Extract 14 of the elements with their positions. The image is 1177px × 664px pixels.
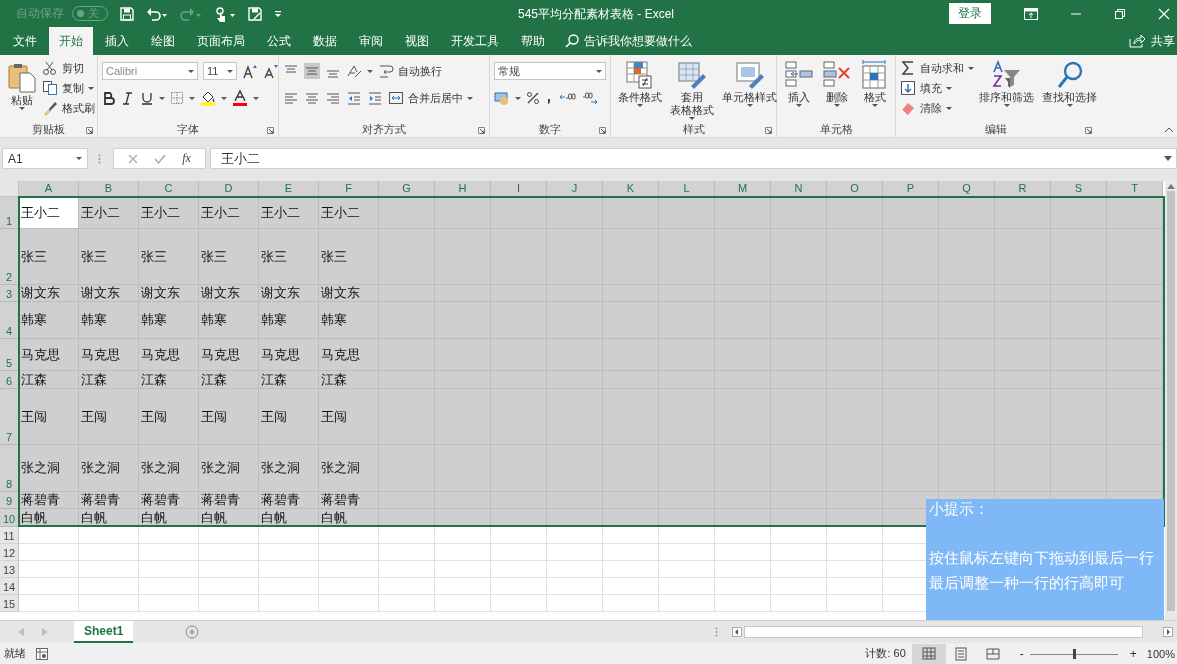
group-label: 单元格: [819, 121, 853, 137]
tip-text: 按住鼠标左键向下拖动到最后一行: [929, 549, 1154, 568]
group-label: 样式: [682, 121, 705, 137]
group-label: 数字: [539, 121, 561, 137]
group-label: 对齐方式: [362, 121, 406, 137]
status-text: 就绪: [4, 646, 26, 661]
autosave-label: 自动保存: [16, 5, 64, 22]
tip-title: 小提示：: [929, 500, 989, 519]
group-label: 剪贴板: [32, 121, 65, 137]
window-title: 545平均分配素材表格 - Excel: [518, 6, 675, 23]
count-text: 计数: 60: [865, 646, 906, 661]
group-label: 编辑: [985, 121, 1007, 137]
group-label: 字体: [177, 121, 199, 137]
tip-text: 最后调整一种一行的行高即可: [929, 574, 1124, 593]
